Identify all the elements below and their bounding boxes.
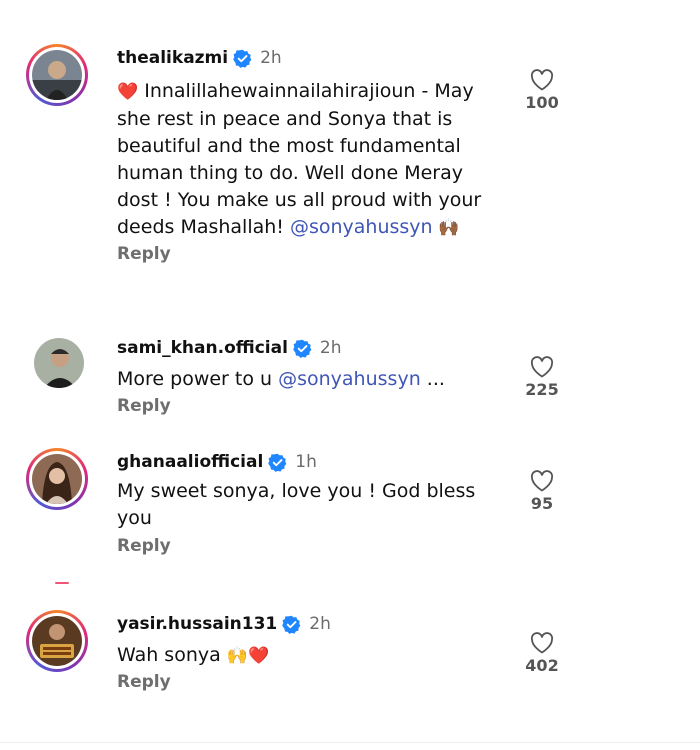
- verified-badge-icon: [293, 339, 312, 358]
- reply-button[interactable]: Reply: [117, 536, 171, 556]
- timestamp: 2h: [260, 48, 282, 68]
- timestamp: 1h: [295, 452, 317, 472]
- avatar: [32, 454, 82, 504]
- mention-link[interactable]: @sonyahussyn: [290, 216, 433, 238]
- heart-outline-icon[interactable]: [520, 69, 564, 91]
- avatar[interactable]: [34, 338, 84, 388]
- username[interactable]: ghanaaliofficial: [117, 452, 263, 472]
- comment-header: sami_khan.official 2h: [117, 338, 342, 358]
- like-control[interactable]: 402: [520, 632, 564, 675]
- heart-emoji: ❤️: [117, 82, 139, 102]
- like-count: 95: [530, 494, 554, 513]
- mention-link[interactable]: @sonyahussyn: [278, 368, 421, 390]
- username[interactable]: yasir.hussain131: [117, 614, 277, 634]
- like-count: 100: [525, 93, 559, 112]
- like-control[interactable]: 100: [520, 69, 564, 112]
- reply-button[interactable]: Reply: [117, 244, 171, 264]
- comment-body: Innalillahewainnailahirajioun - May she …: [117, 80, 482, 238]
- divider-mark: [55, 582, 69, 584]
- reply-button[interactable]: Reply: [117, 672, 171, 692]
- verified-badge-icon: [233, 49, 252, 68]
- like-count: 402: [525, 656, 559, 675]
- comment-body: More power to u: [117, 368, 279, 390]
- comment-text: My sweet sonya, love you ! God bless you: [117, 478, 497, 532]
- avatar: [32, 616, 82, 666]
- comment-text: More power to u @sonyahussyn ...: [117, 366, 487, 393]
- timestamp: 2h: [309, 614, 331, 634]
- divider: [0, 742, 700, 743]
- heart-outline-icon[interactable]: [520, 470, 564, 492]
- like-count: 225: [525, 380, 559, 399]
- like-control[interactable]: 95: [520, 470, 564, 513]
- username[interactable]: thealikazmi: [117, 48, 228, 68]
- avatar-ring[interactable]: [26, 44, 88, 106]
- heart-outline-icon[interactable]: [520, 356, 564, 378]
- username[interactable]: sami_khan.official: [117, 338, 288, 358]
- verified-badge-icon: [282, 615, 301, 634]
- ellipsis: ...: [420, 368, 445, 390]
- comment-body: My sweet sonya, love you ! God bless you: [117, 480, 476, 529]
- heart-outline-icon[interactable]: [520, 632, 564, 654]
- reply-button[interactable]: Reply: [117, 396, 171, 416]
- emoji: 🙌❤️: [226, 646, 270, 666]
- avatar: [32, 50, 82, 100]
- avatar-ring[interactable]: [26, 610, 88, 672]
- verified-badge-icon: [268, 453, 287, 472]
- comment-text: ❤️ Innalillahewainnailahirajioun - May s…: [117, 78, 487, 242]
- avatar-ring[interactable]: [26, 448, 88, 510]
- timestamp: 2h: [319, 338, 342, 358]
- comment-text: Wah sonya 🙌❤️: [117, 642, 487, 670]
- comment-body: Wah sonya: [117, 644, 227, 666]
- comment-header: ghanaaliofficial 1h: [117, 452, 317, 472]
- comment-header: yasir.hussain131 2h: [117, 614, 331, 634]
- like-control[interactable]: 225: [520, 356, 564, 399]
- emoji: 🙌🏾: [432, 218, 460, 238]
- comment-header: thealikazmi 2h: [117, 48, 282, 68]
